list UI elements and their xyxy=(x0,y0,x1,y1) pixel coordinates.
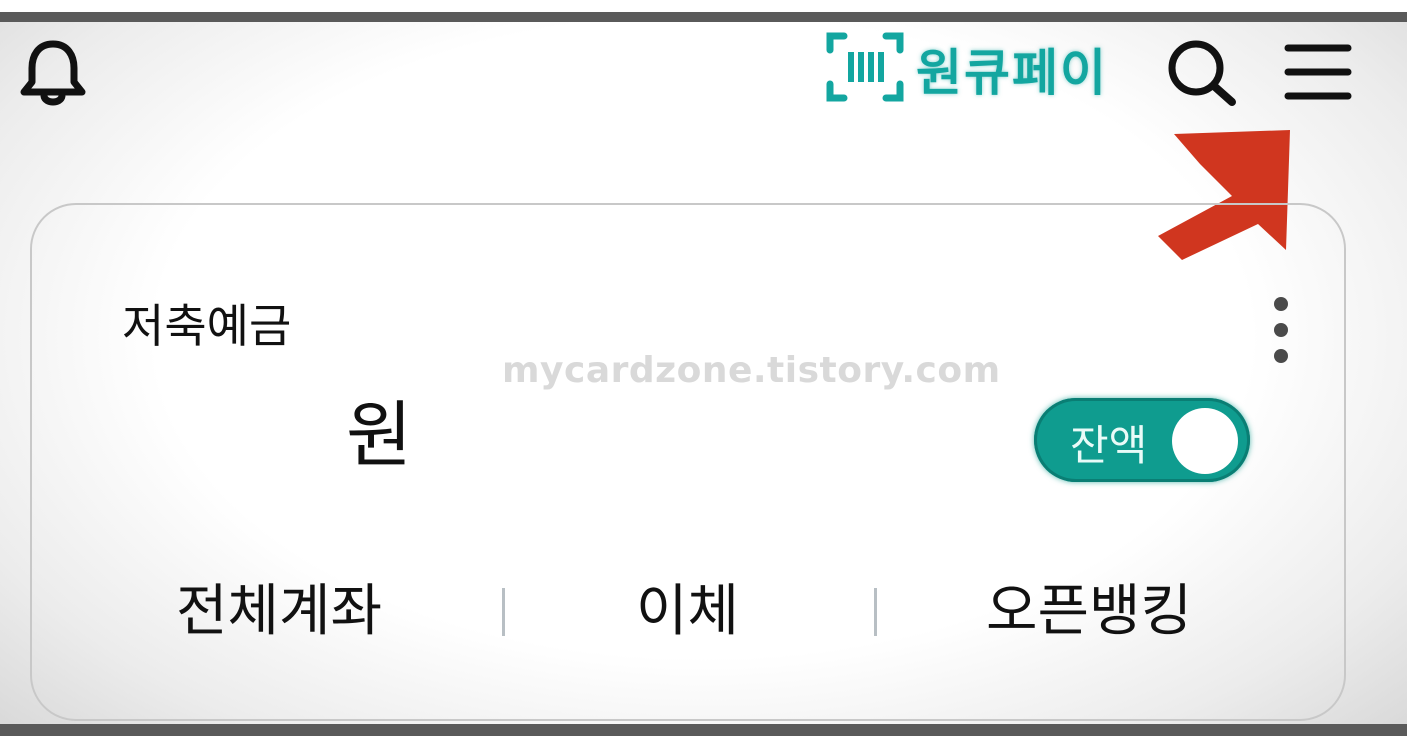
onepay-label: 원큐페이 xyxy=(916,44,1108,102)
account-actions: 전체계좌 이체 오픈뱅킹 xyxy=(36,566,1340,646)
top-border-bar xyxy=(0,12,1407,22)
watermark: mycardzone.tistory.com xyxy=(502,350,1001,391)
screenshot-frame-top xyxy=(0,0,1407,12)
balance-toggle[interactable]: 잔액 xyxy=(1034,398,1250,482)
onepay-button[interactable]: 원큐페이 xyxy=(826,32,1108,106)
more-options-icon[interactable] xyxy=(1266,294,1296,370)
search-icon[interactable] xyxy=(1164,38,1240,106)
account-name[interactable]: 저축예금 xyxy=(122,290,291,356)
bottom-border-bar xyxy=(0,724,1407,736)
toggle-knob xyxy=(1172,408,1238,474)
screenshot-frame-bottom xyxy=(0,736,1407,749)
balance-amount-unit: 원 xyxy=(346,393,413,477)
transfer-button[interactable]: 이체 xyxy=(636,566,739,647)
barcode-scan-icon xyxy=(826,30,904,108)
divider xyxy=(874,588,877,636)
hamburger-menu-icon[interactable] xyxy=(1282,40,1354,104)
open-banking-button[interactable]: 오픈뱅킹 xyxy=(986,566,1192,647)
divider xyxy=(502,588,505,636)
balance-toggle-label: 잔액 xyxy=(1070,421,1148,470)
all-accounts-button[interactable]: 전체계좌 xyxy=(176,566,382,647)
bell-icon[interactable] xyxy=(18,36,88,108)
